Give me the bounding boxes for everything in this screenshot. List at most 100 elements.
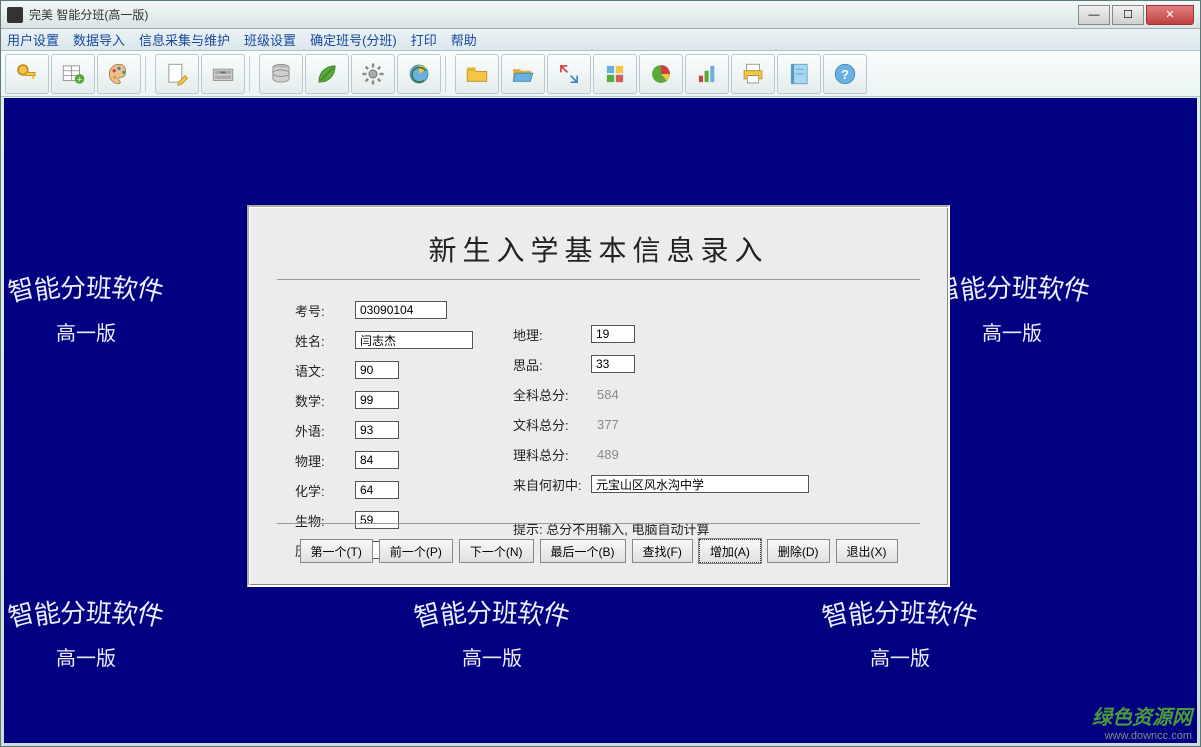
printer-icon[interactable] <box>731 54 775 94</box>
dialog-button[interactable]: 查找(F) <box>632 539 693 563</box>
field-input[interactable] <box>355 481 399 499</box>
hint-row: 提示: 总分不用输入, 电脑自动计算 <box>513 516 809 540</box>
form-row: 文科总分:377 <box>513 412 809 436</box>
table-add-icon[interactable]: + <box>51 54 95 94</box>
folder-icon[interactable] <box>455 54 499 94</box>
field-label: 文科总分: <box>513 415 591 434</box>
field-input[interactable] <box>355 421 399 439</box>
menu-item[interactable]: 帮助 <box>451 30 477 49</box>
minimize-button[interactable]: — <box>1078 5 1110 25</box>
field-value: 377 <box>591 417 619 432</box>
field-label: 全科总分: <box>513 385 591 404</box>
window-controls: — ☐ ✕ <box>1078 5 1194 25</box>
form-row: 生物: <box>295 508 473 532</box>
menu-item[interactable]: 信息采集与维护 <box>139 30 230 49</box>
watermark: 绿色资源网 www.downcc.com <box>1092 701 1192 742</box>
menu-item[interactable]: 数据导入 <box>73 30 125 49</box>
notebook-icon[interactable] <box>777 54 821 94</box>
brand-logo: 智能分班软件高一版 <box>8 268 164 346</box>
form-row: 外语: <box>295 418 473 442</box>
field-input[interactable] <box>591 475 809 493</box>
field-label: 姓名: <box>295 331 355 350</box>
close-button[interactable]: ✕ <box>1146 5 1194 25</box>
field-input[interactable] <box>355 361 399 379</box>
field-label: 语文: <box>295 361 355 380</box>
field-label: 理科总分: <box>513 445 591 464</box>
field-label: 外语: <box>295 421 355 440</box>
titlebar: 完美 智能分班(高一版) — ☐ ✕ <box>1 1 1200 29</box>
field-value: 584 <box>591 387 619 402</box>
form-row: 理科总分:489 <box>513 442 809 466</box>
dialog-button[interactable]: 退出(X) <box>836 539 898 563</box>
gear-icon[interactable] <box>351 54 395 94</box>
dialog-title: 新生入学基本信息录入 <box>277 229 920 269</box>
svg-text:?: ? <box>841 66 849 81</box>
workspace: 智能分班软件高一版 智能分班软件高一版 智能分班软件高一版 智能分班软件高一版 … <box>4 98 1197 743</box>
brand-logo: 智能分班软件高一版 <box>414 593 570 671</box>
toolbar: +? <box>1 51 1200 97</box>
hint-text: 提示: 总分不用输入, 电脑自动计算 <box>513 519 709 538</box>
field-input[interactable] <box>591 325 635 343</box>
palette-icon[interactable] <box>97 54 141 94</box>
form-row: 语文: <box>295 358 473 382</box>
database-icon[interactable] <box>259 54 303 94</box>
menu-item[interactable]: 班级设置 <box>244 30 296 49</box>
dialog-button[interactable]: 第一个(T) <box>300 539 373 563</box>
window-title: 完美 智能分班(高一版) <box>29 6 1078 23</box>
page-edit-icon[interactable] <box>155 54 199 94</box>
drawer-icon[interactable] <box>201 54 245 94</box>
dialog-button[interactable]: 下一个(N) <box>459 539 534 563</box>
bar-chart-icon[interactable] <box>685 54 729 94</box>
field-input[interactable] <box>355 301 447 319</box>
form-row: 姓名: <box>295 328 473 352</box>
field-input[interactable] <box>355 451 399 469</box>
student-entry-dialog: 新生入学基本信息录入 考号:姓名:语文:数学:外语:物理:化学:生物:历史: 地… <box>247 205 950 587</box>
watermark-text: 绿色资源网 <box>1092 701 1192 730</box>
menu-item[interactable]: 用户设置 <box>7 30 59 49</box>
help-icon[interactable]: ? <box>823 54 867 94</box>
grid-icon[interactable] <box>593 54 637 94</box>
dialog-button[interactable]: 删除(D) <box>767 539 830 563</box>
field-label: 生物: <box>295 511 355 530</box>
divider <box>277 523 920 524</box>
form-row: 考号: <box>295 298 473 322</box>
field-label: 地理: <box>513 325 591 344</box>
watermark-url: www.downcc.com <box>1092 730 1192 742</box>
folder-open-icon[interactable] <box>501 54 545 94</box>
dialog-button-row: 第一个(T)前一个(P)下一个(N)最后一个(B)查找(F)增加(A)删除(D)… <box>249 539 948 563</box>
field-label: 物理: <box>295 451 355 470</box>
arrows-icon[interactable] <box>547 54 591 94</box>
menubar: 用户设置数据导入信息采集与维护班级设置确定班号(分班) 打印帮助 <box>1 29 1200 51</box>
app-icon <box>7 7 23 23</box>
brand-logo: 智能分班软件高一版 <box>822 593 978 671</box>
divider <box>277 279 920 280</box>
field-label: 考号: <box>295 301 355 320</box>
form-row: 化学: <box>295 478 473 502</box>
pie-chart-icon[interactable] <box>639 54 683 94</box>
field-input[interactable] <box>355 331 473 349</box>
leaf-icon[interactable] <box>305 54 349 94</box>
field-input[interactable] <box>355 511 399 529</box>
field-input[interactable] <box>591 355 635 373</box>
field-label: 化学: <box>295 481 355 500</box>
field-label: 思品: <box>513 355 591 374</box>
field-label: 来自何初中: <box>513 475 591 494</box>
field-value: 489 <box>591 447 619 462</box>
field-label: 数学: <box>295 391 355 410</box>
key-icon[interactable] <box>5 54 49 94</box>
dialog-button[interactable]: 增加(A) <box>699 539 761 563</box>
dialog-button[interactable]: 最后一个(B) <box>540 539 626 563</box>
form-row: 数学: <box>295 388 473 412</box>
pie-refresh-icon[interactable] <box>397 54 441 94</box>
menu-item[interactable]: 确定班号(分班) <box>310 30 397 49</box>
dialog-button[interactable]: 前一个(P) <box>379 539 453 563</box>
field-input[interactable] <box>355 391 399 409</box>
maximize-button[interactable]: ☐ <box>1112 5 1144 25</box>
form-row: 物理: <box>295 448 473 472</box>
form-row: 地理: <box>513 322 809 346</box>
brand-logo: 智能分班软件高一版 <box>934 268 1090 346</box>
brand-logo: 智能分班软件高一版 <box>8 593 164 671</box>
svg-text:+: + <box>77 75 82 84</box>
form-row: 来自何初中: <box>513 472 809 496</box>
menu-item[interactable]: 打印 <box>411 30 437 49</box>
